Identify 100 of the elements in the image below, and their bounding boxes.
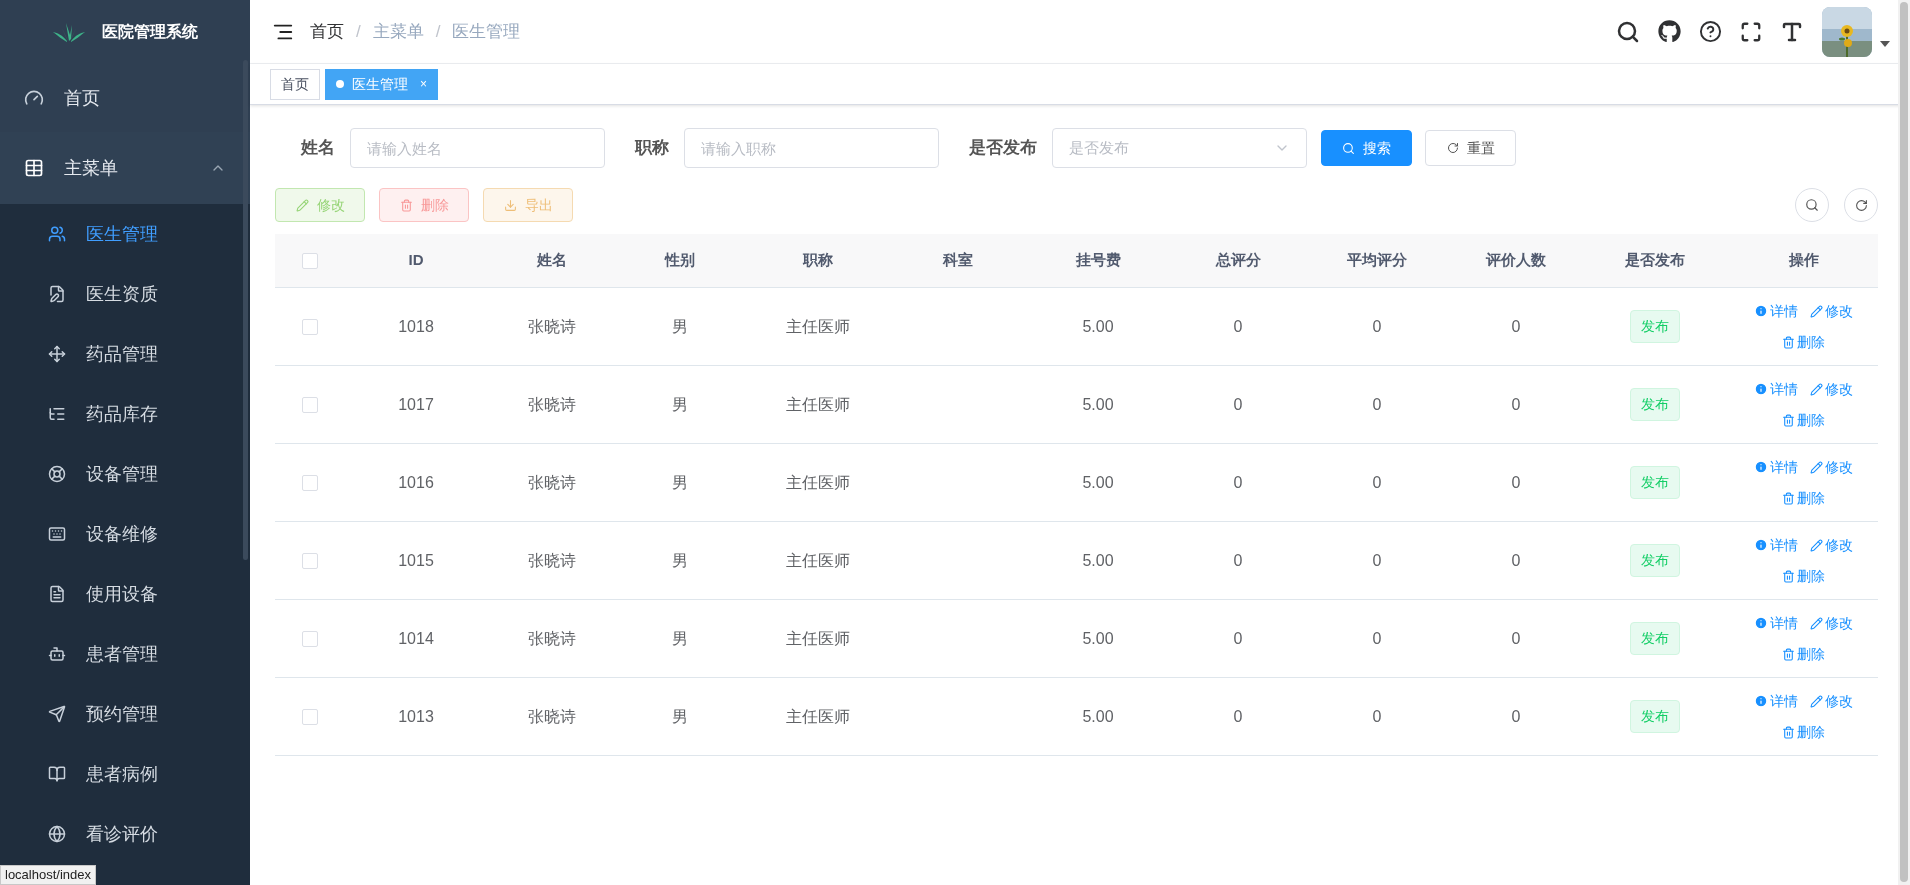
sidebar-subitem[interactable]: 药品库存	[0, 384, 250, 444]
sidebar-group[interactable]: 主菜单	[0, 132, 250, 204]
sidebar-subitem[interactable]: 设备管理	[0, 444, 250, 504]
checkbox[interactable]	[302, 318, 318, 335]
reset-button[interactable]: 重置	[1425, 130, 1516, 166]
table-cell-text: 张晓诗	[528, 472, 576, 493]
table-cell-text: 主任医师	[786, 628, 850, 649]
sidebar-subitem[interactable]: 预约管理	[0, 684, 250, 744]
delete-link[interactable]: 删除	[1782, 643, 1825, 665]
detail-link[interactable]: 详情	[1754, 612, 1798, 634]
breadcrumb-item[interactable]: 首页	[310, 18, 344, 45]
trash-icon	[1782, 569, 1795, 583]
status-tag: 发布	[1630, 388, 1680, 421]
edit-link[interactable]: 修改	[1810, 456, 1853, 478]
grid-icon	[24, 158, 44, 178]
info-icon	[1754, 694, 1768, 708]
edit-link[interactable]: 修改	[1810, 534, 1853, 556]
delete-link[interactable]: 删除	[1782, 721, 1825, 743]
help-icon[interactable]	[1699, 20, 1722, 43]
detail-link[interactable]: 详情	[1754, 300, 1798, 322]
delete-link[interactable]: 删除	[1782, 409, 1825, 431]
sidebar-subitem[interactable]: 患者病例	[0, 744, 250, 804]
table-cell-text: 5.00	[1082, 394, 1114, 415]
checkbox[interactable]	[302, 474, 318, 491]
table-cell-text: 张晓诗	[528, 550, 576, 571]
column-header: 操作	[1788, 250, 1819, 271]
delete-link[interactable]: 删除	[1782, 565, 1825, 587]
page-tab[interactable]: 医生管理 ×	[325, 68, 438, 100]
page-scrollbar[interactable]	[1898, 0, 1910, 885]
table-cell-text: 0	[1233, 706, 1243, 727]
table-cell-text: 1016	[398, 472, 434, 493]
gauge-icon	[24, 88, 44, 108]
sidebar-subitem[interactable]: 看诊评价	[0, 804, 250, 864]
sidebar-subitem[interactable]: 药品管理	[0, 324, 250, 384]
table-cell-text: 张晓诗	[528, 394, 576, 415]
table-cell-text: 1017	[398, 394, 434, 415]
table-cell-text: 主任医师	[786, 394, 850, 415]
column-header: 职称	[803, 250, 833, 271]
table-cell-text: 5.00	[1082, 550, 1114, 571]
sidebar-subitem[interactable]: 医生管理	[0, 204, 250, 264]
table-cell-text: 张晓诗	[528, 316, 576, 337]
edit-link[interactable]: 修改	[1810, 300, 1853, 322]
table-cell-text: 5.00	[1082, 472, 1114, 493]
sidebar-subitem[interactable]: 医生资质	[0, 264, 250, 324]
pencil-icon	[1810, 616, 1823, 630]
github-icon[interactable]	[1658, 20, 1681, 43]
breadcrumb-item[interactable]: 医生管理	[452, 18, 521, 45]
table-cell-text: 主任医师	[786, 316, 850, 337]
sidebar-subitem[interactable]: 使用设备	[0, 564, 250, 624]
pencil-icon	[1810, 694, 1823, 708]
fullscreen-icon[interactable]	[1740, 20, 1762, 43]
input-field[interactable]: 请输入姓名	[350, 128, 605, 168]
table-cell-text: 5.00	[1082, 316, 1114, 337]
pencil-icon	[1810, 460, 1823, 474]
url-tooltip: localhost/index	[0, 865, 96, 885]
delete-link[interactable]: 删除	[1782, 487, 1825, 509]
info-icon	[1754, 538, 1768, 552]
breadcrumb-item[interactable]: 主菜单	[372, 18, 424, 45]
checkbox[interactable]	[302, 252, 318, 269]
edit-link[interactable]: 修改	[1810, 378, 1853, 400]
table-cell-text: 0	[1233, 394, 1243, 415]
sidebar-subitem[interactable]: 设备维修	[0, 504, 250, 564]
info-icon	[1754, 460, 1768, 474]
select-field[interactable]: 是否发布	[1052, 128, 1307, 168]
menu-icon	[48, 285, 66, 303]
detail-link[interactable]: 详情	[1754, 378, 1798, 400]
refresh-icon	[1446, 142, 1459, 154]
search-button[interactable]: 搜索	[1321, 130, 1412, 166]
menu-icon	[48, 345, 66, 363]
table-cell-text: 0	[1372, 706, 1382, 727]
table-cell-text: 男	[672, 472, 688, 493]
detail-link[interactable]: 详情	[1754, 456, 1798, 478]
breadcrumb-separator: /	[356, 20, 361, 43]
menu-icon	[48, 525, 66, 543]
sidebar-subitem[interactable]: 患者管理	[0, 624, 250, 684]
checkbox[interactable]	[302, 708, 318, 725]
trash-icon	[1782, 335, 1795, 349]
search-icon[interactable]	[1616, 19, 1640, 44]
detail-link[interactable]: 详情	[1754, 534, 1798, 556]
input-field[interactable]: 请输入职称	[684, 128, 939, 168]
delete-link[interactable]: 删除	[1782, 331, 1825, 353]
edit-link[interactable]: 修改	[1810, 690, 1853, 712]
status-tag: 发布	[1630, 622, 1680, 655]
caret-icon[interactable]	[1880, 40, 1890, 47]
table-cell-text: 主任医师	[786, 550, 850, 571]
field-label: 姓名	[301, 137, 335, 160]
checkbox[interactable]	[302, 630, 318, 647]
table-cell-text: 0	[1372, 316, 1382, 337]
page-tab[interactable]: 首页	[270, 68, 320, 100]
trash-icon	[399, 198, 413, 212]
close-icon[interactable]: ×	[420, 75, 427, 93]
detail-link[interactable]: 详情	[1754, 690, 1798, 712]
checkbox[interactable]	[302, 552, 318, 569]
menu-icon	[48, 585, 66, 603]
checkbox[interactable]	[302, 396, 318, 413]
table-cell-text: 0	[1233, 628, 1243, 649]
table-cell-text: 0	[1233, 550, 1243, 571]
scrollbar-thumb[interactable]	[243, 60, 248, 560]
sidebar-item[interactable]: 首页	[0, 64, 250, 132]
edit-link[interactable]: 修改	[1810, 612, 1853, 634]
